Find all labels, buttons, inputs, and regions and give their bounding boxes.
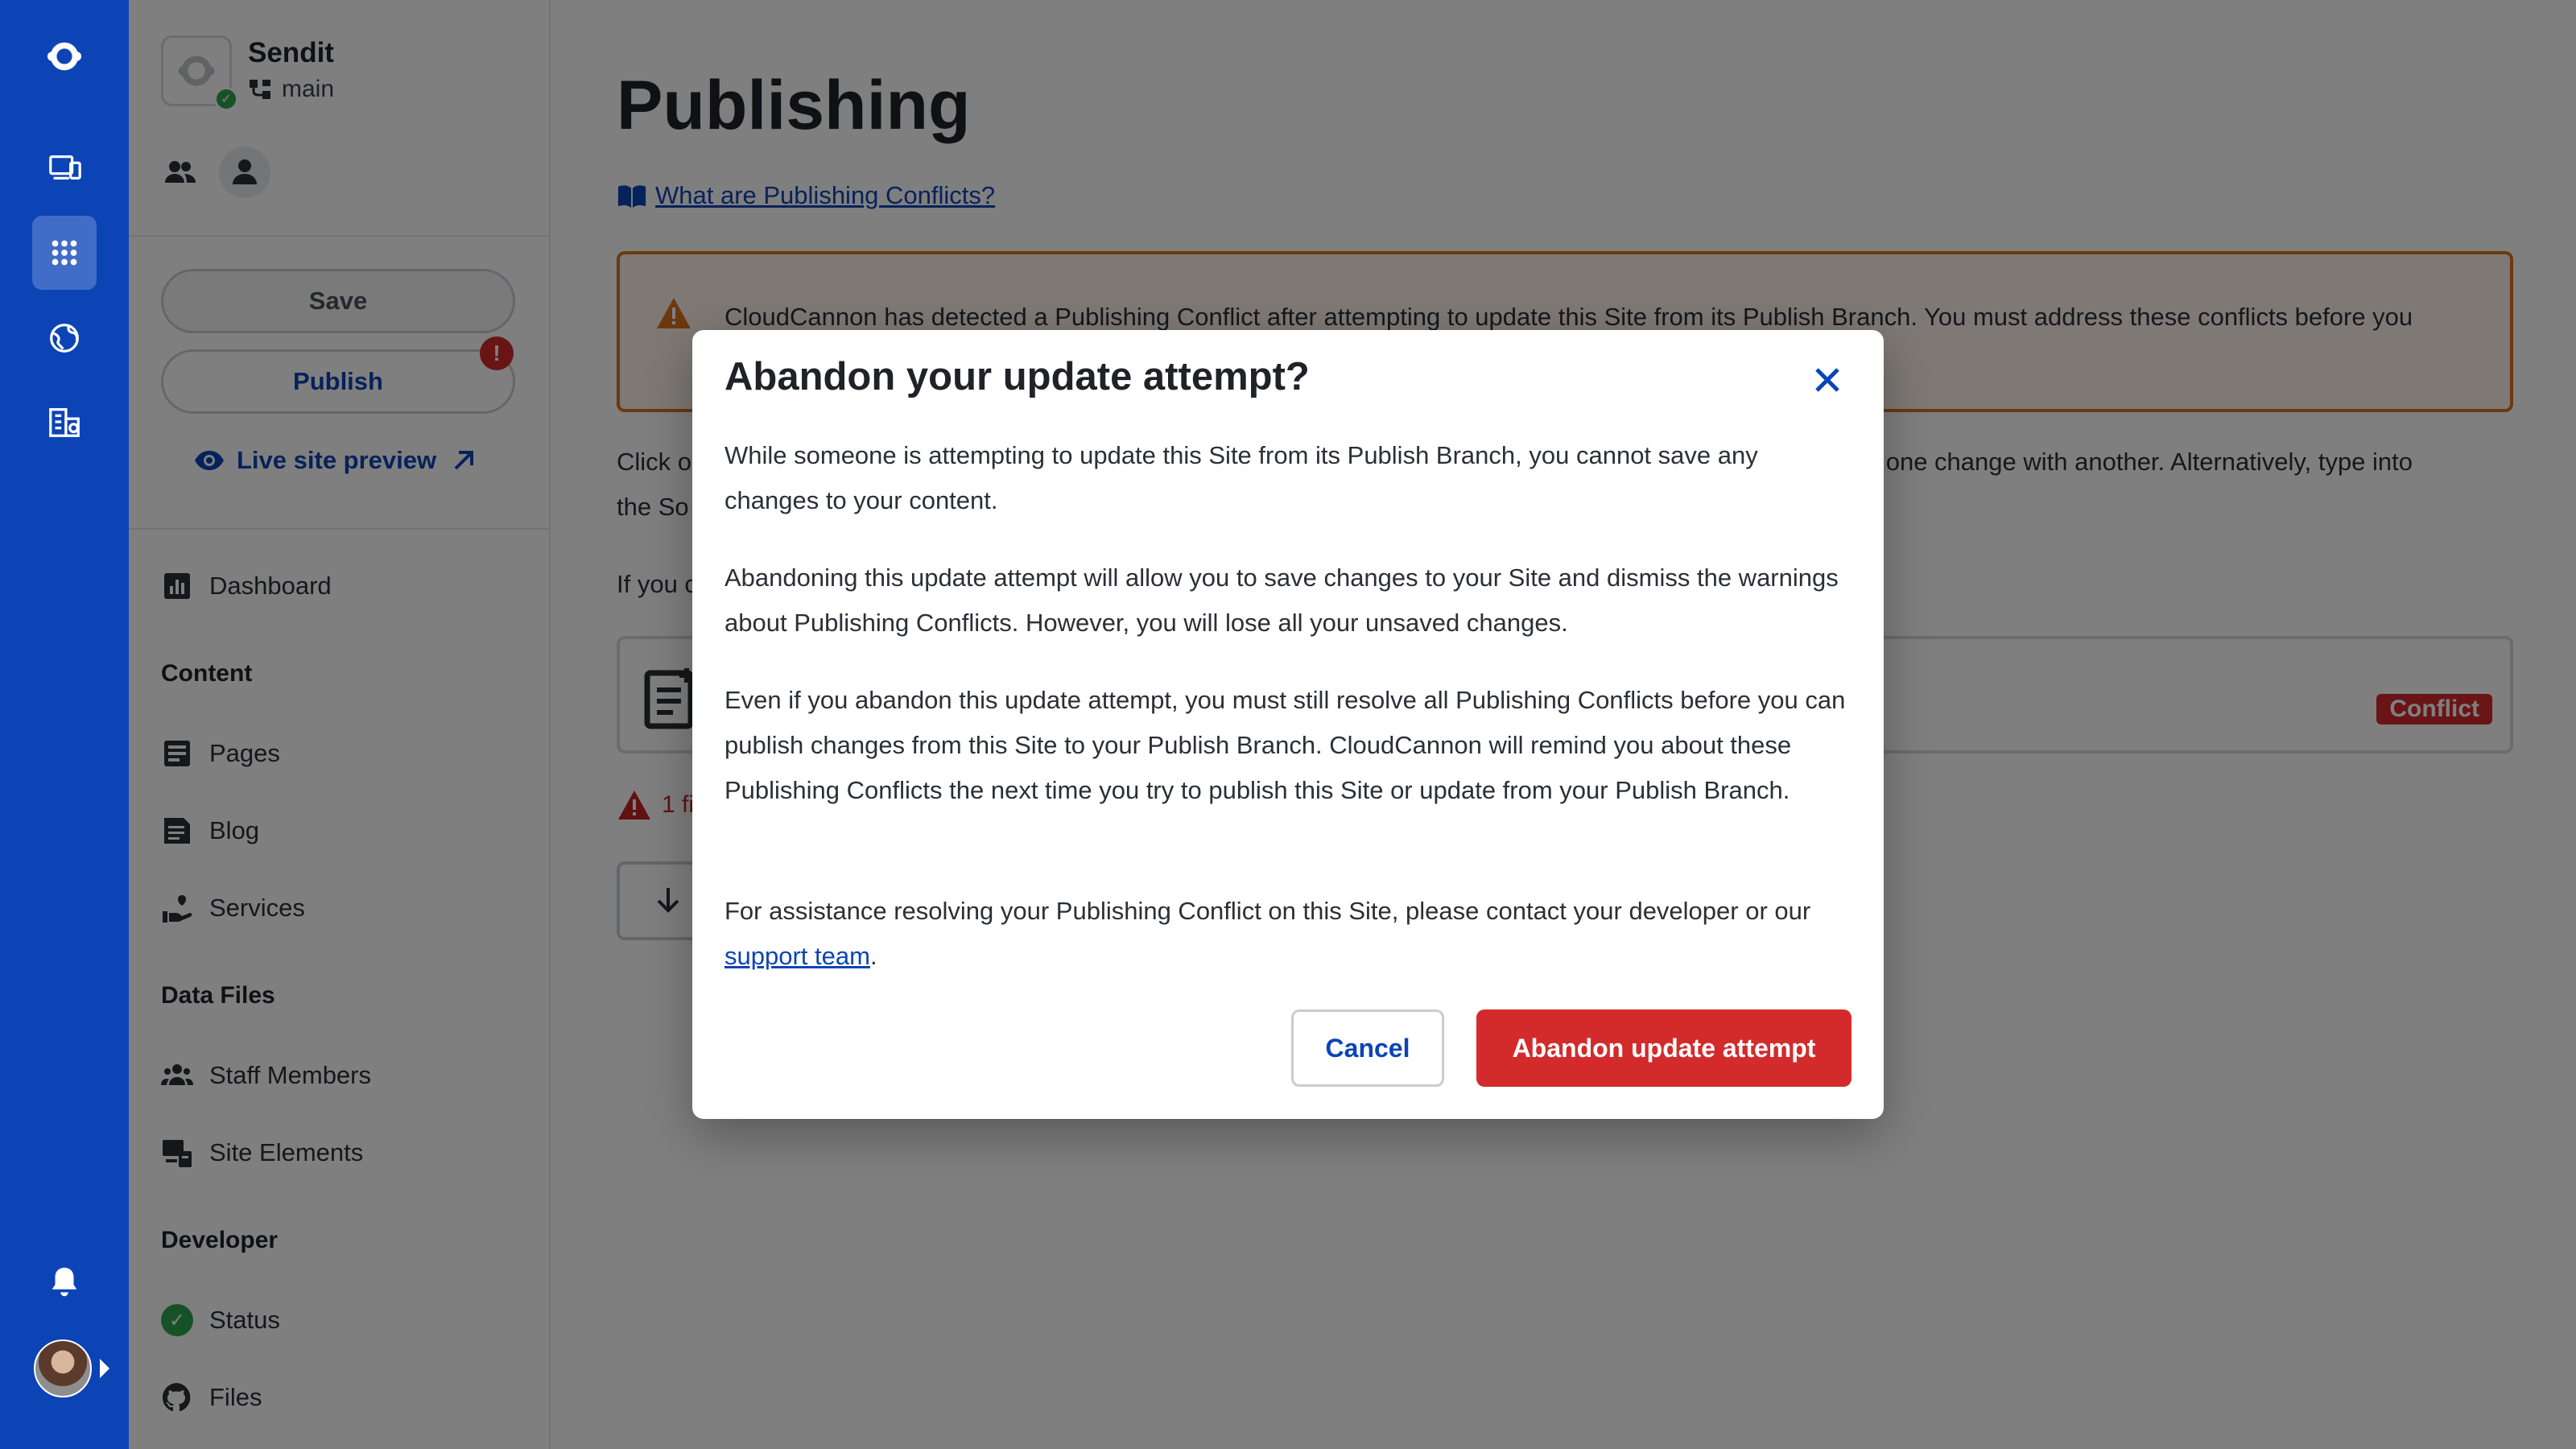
dialog-paragraph-4: For assistance resolving your Publishing…: [724, 889, 1852, 979]
caret-right-icon: [100, 1359, 109, 1378]
dialog-paragraph-2: Abandoning this update attempt will allo…: [724, 564, 1839, 637]
close-icon[interactable]: [1806, 359, 1848, 401]
dialog-title: Abandon your update attempt?: [724, 355, 1310, 398]
dialog-paragraph-4-end: .: [869, 942, 877, 970]
app-rail: [0, 0, 129, 1449]
abandon-update-dialog: Abandon your update attempt? While someo…: [692, 330, 1884, 1119]
support-team-link[interactable]: support team: [724, 942, 870, 970]
dialog-paragraph-4-text: For assistance resolving your Publishing…: [724, 897, 1811, 925]
apps-grid-icon[interactable]: [32, 216, 97, 290]
cloudcannon-logo-icon[interactable]: [32, 19, 97, 93]
cancel-button[interactable]: Cancel: [1291, 1009, 1444, 1087]
globe-icon[interactable]: [32, 301, 97, 375]
bell-icon[interactable]: [32, 1245, 97, 1319]
dialog-paragraph-1: While someone is attempting to update th…: [724, 441, 1758, 514]
devices-icon[interactable]: [32, 130, 97, 204]
user-avatar[interactable]: [34, 1340, 92, 1397]
abandon-update-attempt-button[interactable]: Abandon update attempt: [1476, 1009, 1852, 1087]
organization-icon[interactable]: [32, 385, 97, 459]
dialog-paragraph-3: Even if you abandon this update attempt,…: [724, 686, 1846, 804]
